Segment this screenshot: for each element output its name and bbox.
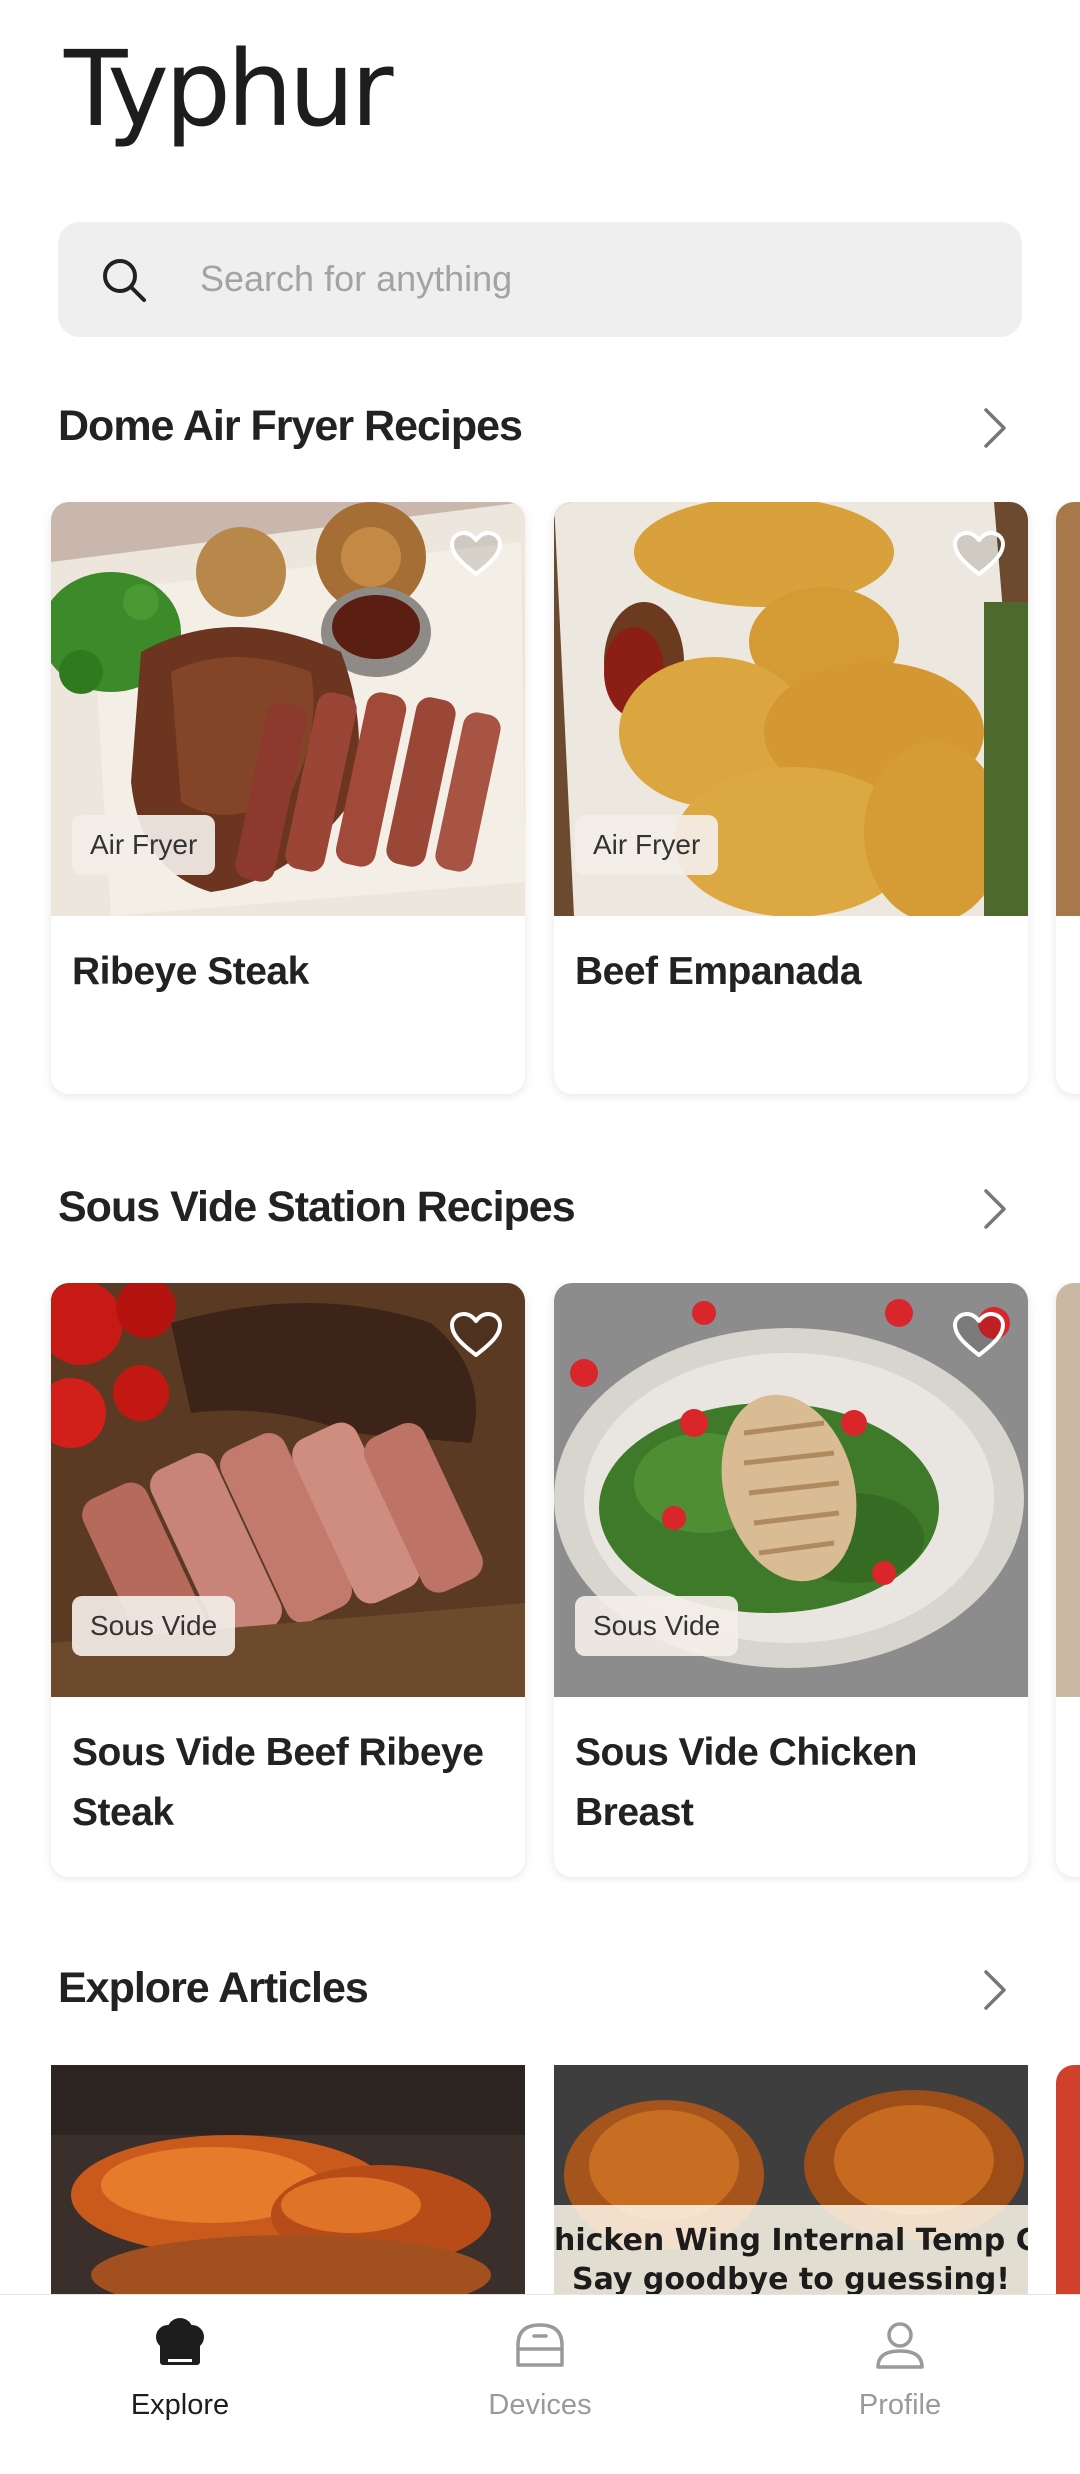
nav-profile[interactable]: Profile — [750, 2315, 1050, 2422]
article-caption-line2: Say goodbye to guessing! — [571, 2262, 1010, 2294]
nav-devices[interactable]: Devices — [390, 2315, 690, 2422]
recipe-title: Sous Vide Chicken Breast — [575, 1731, 917, 1834]
category-tag: Sous Vide — [72, 1596, 236, 1656]
section-title-air-fryer: Dome Air Fryer Recipes — [58, 402, 523, 450]
search-bar[interactable]: Search for anything — [58, 222, 1022, 337]
article-card-shrimp[interactable] — [51, 2065, 525, 2294]
category-tag: Air Fryer — [72, 815, 216, 875]
recipe-card-peek[interactable] — [1056, 502, 1080, 1094]
device-icon — [516, 2323, 564, 2367]
recipe-card-peek[interactable] — [1056, 1283, 1080, 1877]
sous-vide-recipe-row: Sous Vide Sous Vide Beef Ribeye Steak So… — [0, 1283, 1080, 1883]
search-input[interactable]: Search for anything — [200, 258, 512, 300]
favorite-heart-icon[interactable] — [952, 530, 1006, 578]
nav-label: Profile — [858, 2389, 942, 2421]
favorite-heart-icon[interactable] — [952, 1311, 1006, 1359]
recipe-title: Beef Empanada — [575, 950, 862, 993]
chevron-right-icon[interactable] — [978, 1187, 1012, 1231]
search-icon — [103, 259, 146, 302]
article-image — [51, 2065, 525, 2294]
articles-row: hicken Wing Internal Temp Gui Say goodby… — [0, 2065, 1080, 2294]
chevron-right-icon[interactable] — [978, 1968, 1012, 2012]
app-logo: Typhur — [64, 28, 393, 150]
section-title-articles: Explore Articles — [58, 1964, 369, 2012]
section-title-sous-vide: Sous Vide Station Recipes — [58, 1183, 576, 1231]
recipe-card-sous-vide-ribeye[interactable]: Sous Vide Sous Vide Beef Ribeye Steak — [51, 1283, 525, 1877]
chef-hat-icon — [156, 2318, 204, 2365]
recipe-title: Ribeye Steak — [72, 950, 309, 993]
article-card-chicken-wings[interactable]: hicken Wing Internal Temp Gui Say goodby… — [554, 2065, 1028, 2294]
article-caption-line1: hicken Wing Internal Temp Gui — [554, 2223, 1028, 2258]
favorite-heart-icon[interactable] — [449, 530, 503, 578]
person-icon — [876, 2322, 924, 2369]
bottom-navigation: Explore Devices Profile — [0, 2294, 1080, 2474]
air-fryer-recipe-row: Air Fryer Ribeye Steak Air Fryer Beef Em… — [0, 502, 1080, 1102]
category-tag: Sous Vide — [575, 1596, 739, 1656]
article-card-peek[interactable] — [1056, 2065, 1080, 2294]
recipe-title: Sous Vide Beef Ribeye Steak — [72, 1731, 484, 1834]
recipe-card-sous-vide-chicken[interactable]: Sous Vide Sous Vide Chicken Breast — [554, 1283, 1028, 1877]
nav-explore[interactable]: Explore — [30, 2315, 330, 2422]
nav-label: Explore — [130, 2389, 230, 2421]
category-tag: Air Fryer — [575, 815, 719, 875]
article-image — [554, 2065, 1028, 2294]
favorite-heart-icon[interactable] — [449, 1311, 503, 1359]
recipe-card-ribeye-steak[interactable]: Air Fryer Ribeye Steak — [51, 502, 525, 1094]
nav-label: Devices — [488, 2389, 592, 2421]
chevron-right-icon[interactable] — [978, 406, 1012, 450]
recipe-card-beef-empanada[interactable]: Air Fryer Beef Empanada — [554, 502, 1028, 1094]
